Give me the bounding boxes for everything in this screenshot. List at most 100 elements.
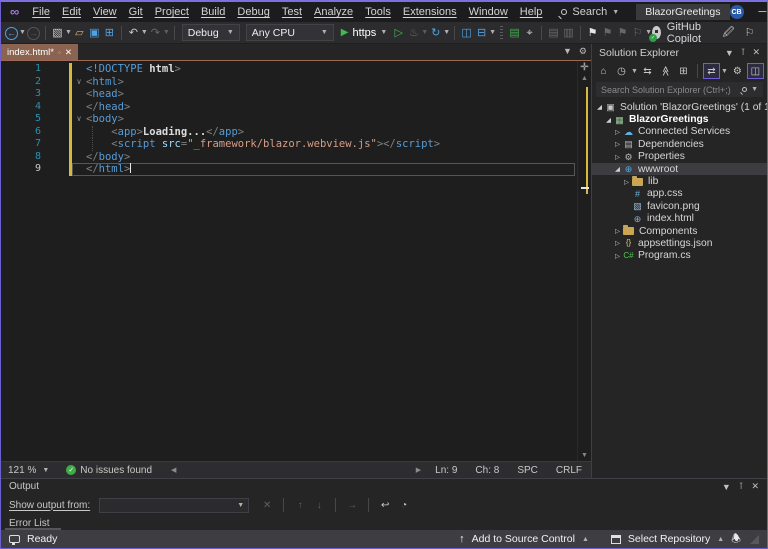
chevron-down-icon[interactable]: ▼ xyxy=(421,29,428,36)
navigate-back-icon[interactable]: ← xyxy=(4,25,19,41)
tree-item-appsettings-json[interactable]: ▷{}appsettings.json xyxy=(592,237,767,249)
tree-item-dependencies[interactable]: ▷▤Dependencies xyxy=(592,138,767,150)
issues-status[interactable]: No issues found xyxy=(80,465,152,476)
panel-menu-icon[interactable]: ▼ xyxy=(725,48,734,58)
next-bookmark-icon[interactable]: ⚑ xyxy=(615,25,630,41)
tree-item-solution-blazorgreetings-1-of-1-project-[interactable]: ◢▣Solution 'BlazorGreetings' (1 of 1 pro… xyxy=(592,101,767,113)
clear-bookmarks-icon[interactable]: ⚐ xyxy=(630,25,645,41)
chevron-down-icon[interactable]: ▼ xyxy=(141,29,148,36)
menu-window[interactable]: Window xyxy=(463,6,514,18)
output-source-dropdown[interactable]: ▼ xyxy=(99,498,249,513)
menu-build[interactable]: Build xyxy=(195,6,231,18)
debug-target-combo[interactable]: Debug▼ xyxy=(182,24,240,41)
scroll-up-icon[interactable]: ▲ xyxy=(581,74,588,84)
menu-file[interactable]: File xyxy=(26,6,56,18)
tree-item-favicon-png[interactable]: ▧favicon.png xyxy=(592,200,767,212)
github-copilot-icon[interactable]: ✓ xyxy=(652,26,661,39)
tree-item-app-css[interactable]: #app.css xyxy=(592,188,767,200)
se-pending-icon[interactable]: ◷ xyxy=(613,63,630,79)
chevron-down-icon[interactable]: ▼ xyxy=(721,68,728,75)
minimize-button[interactable]: ─ xyxy=(759,6,767,18)
hscroll-right-icon[interactable]: ▶ xyxy=(411,466,426,474)
send-feedback-icon[interactable]: ⚐ xyxy=(742,25,757,41)
copilot-label[interactable]: GitHub Copilot xyxy=(667,21,715,45)
tab-index-html[interactable]: index.html* ◦ ✕ xyxy=(1,44,78,60)
collapsed-arrow-icon[interactable]: ▷ xyxy=(613,153,622,161)
open-folder-icon[interactable]: ▱ xyxy=(72,25,87,41)
scroll-down-icon[interactable]: ▼ xyxy=(581,451,588,461)
start-debugging-button[interactable]: ▶https▼ xyxy=(341,27,388,39)
panel-menu-icon[interactable]: ▼ xyxy=(722,482,731,492)
code-line[interactable]: 2∨<html> xyxy=(1,76,577,89)
hscroll-left-icon[interactable]: ◀ xyxy=(166,466,181,474)
se-home-icon[interactable]: ⌂ xyxy=(595,63,612,79)
redo-icon[interactable]: ↷ xyxy=(148,25,163,41)
menu-tools[interactable]: Tools xyxy=(359,6,397,18)
chevron-down-icon[interactable]: ▼ xyxy=(19,29,26,36)
menu-project[interactable]: Project xyxy=(149,6,195,18)
restart-icon[interactable]: ↻ xyxy=(428,25,443,41)
save-all-icon[interactable]: ⊞ xyxy=(102,25,117,41)
tree-item-connected-services[interactable]: ▷☁Connected Services xyxy=(592,126,767,138)
platform-combo[interactable]: Any CPU▼ xyxy=(246,24,334,41)
collapsed-arrow-icon[interactable]: ▷ xyxy=(622,178,631,186)
bookmark-icon[interactable]: ⚑ xyxy=(585,25,600,41)
resize-grip[interactable] xyxy=(750,535,759,544)
chevron-down-icon[interactable]: ▼ xyxy=(489,29,496,36)
add-to-source-control-button[interactable]: Add to Source Control xyxy=(472,533,575,545)
menu-view[interactable]: View xyxy=(87,6,123,18)
se-switch-icon[interactable]: ⇆ xyxy=(639,63,656,79)
out-wrap-icon[interactable]: ↩ xyxy=(378,500,392,511)
share-icon[interactable]: 🖉 xyxy=(721,25,736,41)
start-no-debug-icon[interactable]: ▷ xyxy=(391,25,406,41)
search-control[interactable]: Search ▼ xyxy=(561,6,619,18)
se-properties-icon[interactable]: ⊞ xyxy=(675,63,692,79)
collapsed-arrow-icon[interactable]: ▷ xyxy=(613,239,622,247)
open-in-browser-icon[interactable]: ◫ xyxy=(459,25,474,41)
code-line[interactable]: 6 <app>Loading...</app> xyxy=(1,126,577,139)
fold-marker[interactable]: ∨ xyxy=(72,76,86,89)
tab-close-icon[interactable]: ✕ xyxy=(65,47,72,58)
code-line[interactable]: 1<!DOCTYPE html> xyxy=(1,63,577,76)
comment-icon[interactable]: ▤ xyxy=(546,25,561,41)
out-prev-icon[interactable]: ↑ xyxy=(293,500,307,511)
out-next-icon[interactable]: ↓ xyxy=(312,500,326,511)
tree-item-index-html[interactable]: ⊕index.html xyxy=(592,213,767,225)
panel-close-icon[interactable]: ✕ xyxy=(751,481,759,492)
code-line[interactable]: 3<head> xyxy=(1,88,577,101)
collapsed-arrow-icon[interactable]: ▷ xyxy=(613,252,622,260)
chevron-down-icon[interactable]: ▼ xyxy=(65,29,72,36)
tree-item-wwwroot[interactable]: ◢⊕wwwroot xyxy=(592,163,767,175)
code-editor[interactable]: 1<!DOCTYPE html>2∨<html>3<head>4</head>5… xyxy=(1,61,577,461)
editor-options-gear-icon[interactable]: ⚙ xyxy=(579,46,587,57)
horizontal-scrollbar[interactable] xyxy=(181,465,410,475)
panel-close-icon[interactable]: ✕ xyxy=(752,47,760,58)
menu-edit[interactable]: Edit xyxy=(56,6,87,18)
toolbar-grip[interactable] xyxy=(500,26,503,39)
menu-debug[interactable]: Debug xyxy=(231,6,275,18)
tree-item-lib[interactable]: ▷lib xyxy=(592,175,767,187)
tree-item-program-cs[interactable]: ▷C#Program.cs xyxy=(592,250,767,262)
chevron-down-icon[interactable]: ▼ xyxy=(443,29,450,36)
navigate-forward-icon[interactable]: → xyxy=(26,25,41,41)
vertical-scrollbar[interactable]: ✛ ▲ ▼ xyxy=(577,61,591,461)
error-list-tab[interactable]: Error List xyxy=(9,518,50,529)
scrollbar-track[interactable] xyxy=(578,84,591,451)
tree-item-components[interactable]: ▷Components xyxy=(592,225,767,237)
expanded-arrow-icon[interactable]: ◢ xyxy=(595,103,604,111)
code-line[interactable]: 7 <script src="_framework/blazor.webview… xyxy=(1,138,577,151)
tab-pin-icon[interactable]: ◦ xyxy=(58,48,61,57)
prev-bookmark-icon[interactable]: ⚑ xyxy=(600,25,615,41)
line-ending-indicator[interactable]: CRLF xyxy=(547,465,591,476)
chevron-down-icon[interactable]: ▼ xyxy=(631,68,638,75)
format-document-icon[interactable]: ▤ xyxy=(507,25,522,41)
menu-extensions[interactable]: Extensions xyxy=(397,6,463,18)
uncomment-icon[interactable]: ▥ xyxy=(561,25,576,41)
se-sync-icon[interactable]: ⇄ xyxy=(703,63,720,79)
indentation-indicator[interactable]: SPC xyxy=(508,465,547,476)
menu-help[interactable]: Help xyxy=(514,6,549,18)
expanded-arrow-icon[interactable]: ◢ xyxy=(604,116,613,124)
out-goto-icon[interactable]: → xyxy=(345,500,359,511)
new-project-icon[interactable]: ▧ xyxy=(50,25,65,41)
out-clock-icon[interactable]: ◔ xyxy=(397,500,411,511)
